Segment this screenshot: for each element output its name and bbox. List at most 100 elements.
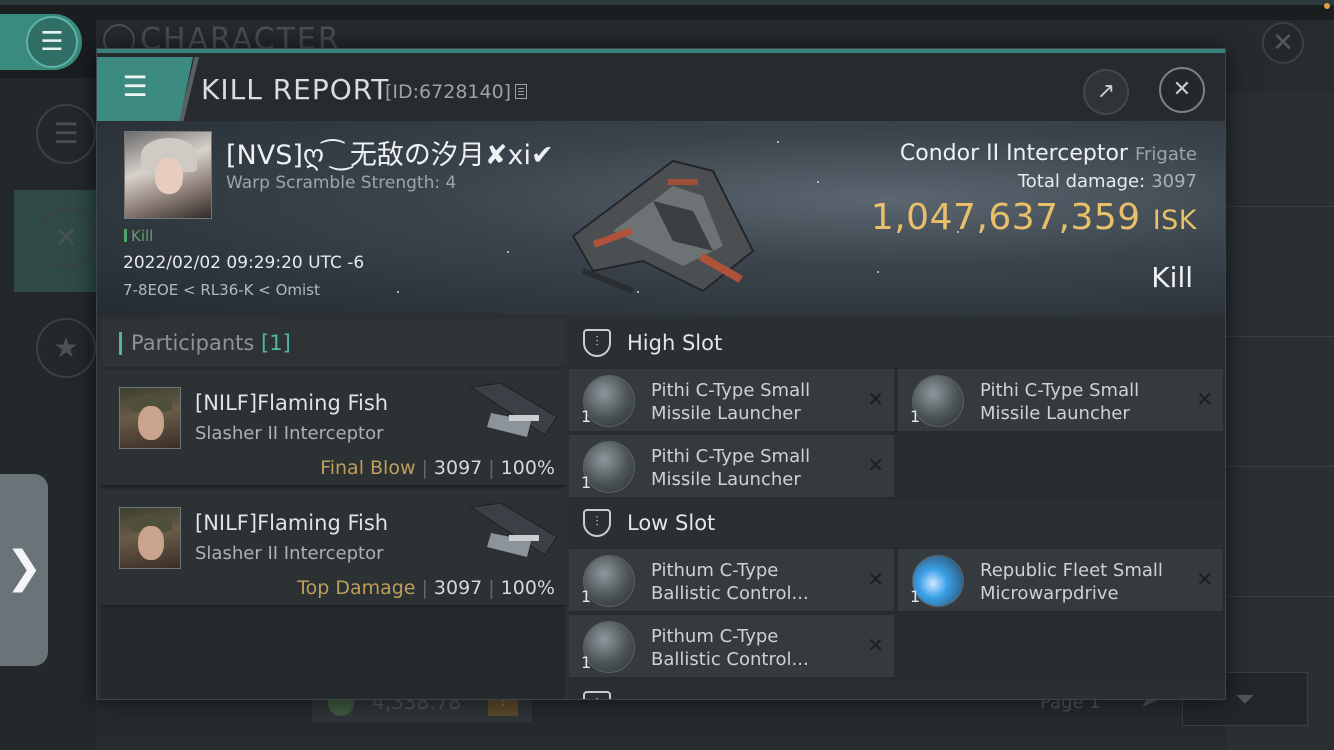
module-name-line2: Missile Launcher bbox=[980, 403, 1130, 424]
dialog-header: ☰ KILL REPORT [ID:6728140] ↗ ✕ bbox=[97, 53, 1225, 121]
participant-stats: Top Damage | 3097 | 100% bbox=[297, 577, 555, 599]
module-name-line1: Pithi C-Type Small bbox=[651, 380, 811, 401]
divider bbox=[1226, 596, 1334, 597]
hamburger-icon[interactable]: ☰ bbox=[117, 69, 153, 105]
victim-banner: [NVS]ღ ͡ ͜ 无敌の汐月✘xi✔ Warp Scramble Stren… bbox=[97, 121, 1225, 315]
x-icon: ✕ bbox=[867, 567, 884, 591]
share-external-link-icon[interactable]: ↗ bbox=[1083, 69, 1129, 115]
module-name: Pithi C-Type Small Missile Launcher bbox=[651, 379, 851, 425]
low-slot-label: Low Slot bbox=[627, 511, 716, 535]
total-damage-value: 3097 bbox=[1151, 171, 1197, 192]
dialog-menu-button[interactable]: ☰ bbox=[97, 57, 193, 121]
low-slot-header: ⫶ Low Slot bbox=[569, 499, 1225, 547]
total-damage: Total damage: 3097 bbox=[1018, 171, 1197, 192]
x-icon: ✕ bbox=[867, 633, 884, 657]
kill-location[interactable]: 7-8EOE < RL36-K < Omist bbox=[123, 281, 320, 299]
background-right-list bbox=[1226, 92, 1334, 750]
victim-subtitle: Warp Scramble Strength: 4 bbox=[226, 173, 457, 193]
victim-avatar[interactable] bbox=[124, 131, 212, 219]
participant-damage: 3097 bbox=[433, 457, 483, 479]
participant-stats: Final Blow | 3097 | 100% bbox=[320, 457, 555, 479]
module-name-line1: Pithi C-Type Small bbox=[651, 446, 811, 467]
participant-row[interactable]: [NILF]Flaming Fish Slasher II Intercepto… bbox=[101, 369, 565, 487]
participant-ship: Slasher II Interceptor bbox=[195, 423, 384, 444]
module-name-line2: Missile Launcher bbox=[651, 403, 801, 424]
kill-report-dialog: ☰ KILL REPORT [ID:6728140] ↗ ✕ [NVS]ღ ͡ … bbox=[96, 48, 1226, 700]
module-qty: 1 bbox=[910, 587, 921, 606]
module-name-line1: Pithum C-Type bbox=[651, 626, 779, 647]
module-item[interactable]: 1 Republic Fleet Small Microwarpdrive ✕ bbox=[898, 549, 1223, 611]
module-name: Republic Fleet Small Microwarpdrive bbox=[980, 559, 1180, 605]
module-item[interactable]: 1 Pithi C-Type Small Missile Launcher ✕ bbox=[569, 369, 894, 431]
participants-label: Participants bbox=[131, 331, 255, 355]
divider bbox=[1226, 206, 1334, 207]
kill-timestamp: 2022/02/02 09:29:20 UTC -6 bbox=[123, 253, 365, 273]
isk-unit: ISK bbox=[1152, 205, 1197, 236]
participant-percent: 100% bbox=[500, 457, 555, 479]
low-slot-icon: ⫶ bbox=[583, 509, 611, 537]
dialog-title: KILL REPORT bbox=[201, 73, 390, 106]
isk-value: 1,047,637,359 ISK bbox=[871, 197, 1197, 238]
main-menu-hamburger-icon[interactable]: ☰ bbox=[26, 16, 78, 68]
accent-bar bbox=[119, 332, 122, 355]
x-icon: ✕ bbox=[867, 453, 884, 477]
module-name-line2: Microwarpdrive bbox=[980, 583, 1119, 604]
participants-header: Participants [1] bbox=[101, 319, 565, 367]
participants-count: [1] bbox=[261, 331, 291, 355]
participant-avatar[interactable] bbox=[119, 387, 181, 449]
module-item[interactable]: 1 Pithi C-Type Small Missile Launcher ✕ bbox=[898, 369, 1223, 431]
victim-ship[interactable]: Condor II Interceptor Frigate bbox=[900, 141, 1197, 166]
module-name-line2: Ballistic Control... bbox=[651, 649, 809, 670]
notification-dot bbox=[1324, 3, 1330, 9]
kill-id[interactable]: [ID:6728140] bbox=[385, 81, 528, 103]
high-slot-icon: ⫶ bbox=[583, 329, 611, 357]
victim-ship-image bbox=[571, 159, 755, 294]
victim-ship-name: Condor II Interceptor bbox=[899, 141, 1128, 166]
kill-badge-label: Kill bbox=[131, 227, 154, 245]
module-item[interactable]: 1 Pithi C-Type Small Missile Launcher ✕ bbox=[569, 435, 894, 497]
participant-name: [NILF]Flaming Fish bbox=[195, 511, 389, 535]
victim-name[interactable]: [NVS]ღ ͡ ͜ 无敌の汐月✘xi✔ bbox=[226, 133, 554, 172]
module-name: Pithum C-Type Ballistic Control... bbox=[651, 559, 851, 605]
module-item[interactable]: 1 Pithum C-Type Ballistic Control... ✕ bbox=[569, 615, 894, 677]
participants-panel: Participants [1] [NILF]Flaming Fish Slas… bbox=[101, 319, 565, 699]
participant-percent: 100% bbox=[500, 577, 555, 599]
mid-slot-header-partial: ⫶ bbox=[569, 681, 1225, 699]
x-icon: ✕ bbox=[1196, 387, 1213, 411]
divider bbox=[1226, 336, 1334, 337]
participant-damage: 3097 bbox=[433, 577, 483, 599]
x-icon: ✕ bbox=[1196, 567, 1213, 591]
kill-id-text: [ID:6728140] bbox=[385, 81, 512, 103]
fittings-panel: ⫶ High Slot 1 Pithi C-Type Small Missile … bbox=[569, 319, 1225, 699]
participant-role: Top Damage bbox=[297, 577, 416, 599]
module-name-line2: Missile Launcher bbox=[651, 469, 801, 490]
participant-ship-image bbox=[469, 382, 558, 437]
result-label: Kill bbox=[1151, 261, 1193, 294]
list-icon[interactable]: ☰ bbox=[36, 104, 96, 164]
swords-icon[interactable]: ✕ bbox=[36, 208, 96, 268]
module-qty: 1 bbox=[581, 407, 592, 426]
participant-name: [NILF]Flaming Fish bbox=[195, 391, 389, 415]
total-damage-label: Total damage: bbox=[1017, 171, 1146, 192]
star-icon[interactable]: ★ bbox=[36, 318, 96, 378]
module-name-line2: Ballistic Control... bbox=[651, 583, 809, 604]
drawer-toggle-chevron-icon[interactable]: ❯ bbox=[0, 474, 48, 666]
module-name: Pithum C-Type Ballistic Control... bbox=[651, 625, 851, 671]
copy-icon[interactable] bbox=[515, 84, 528, 99]
module-name: Pithi C-Type Small Missile Launcher bbox=[651, 445, 851, 491]
close-icon[interactable]: ✕ bbox=[1159, 67, 1205, 113]
participant-row[interactable]: [NILF]Flaming Fish Slasher II Intercepto… bbox=[101, 489, 565, 607]
module-name: Pithi C-Type Small Missile Launcher bbox=[980, 379, 1180, 425]
high-slot-label: High Slot bbox=[627, 331, 723, 355]
module-qty: 1 bbox=[581, 587, 592, 606]
victim-ship-class: Frigate bbox=[1134, 144, 1197, 165]
participant-role: Final Blow bbox=[320, 457, 416, 479]
background-close-icon[interactable]: ✕ bbox=[1262, 22, 1304, 64]
participants-title: Participants [1] bbox=[131, 331, 291, 355]
participant-ship: Slasher II Interceptor bbox=[195, 543, 384, 564]
module-qty: 1 bbox=[581, 473, 592, 492]
isk-amount: 1,047,637,359 bbox=[870, 197, 1141, 238]
participant-ship-image bbox=[469, 502, 558, 557]
module-item[interactable]: 1 Pithum C-Type Ballistic Control... ✕ bbox=[569, 549, 894, 611]
participant-avatar[interactable] bbox=[119, 507, 181, 569]
